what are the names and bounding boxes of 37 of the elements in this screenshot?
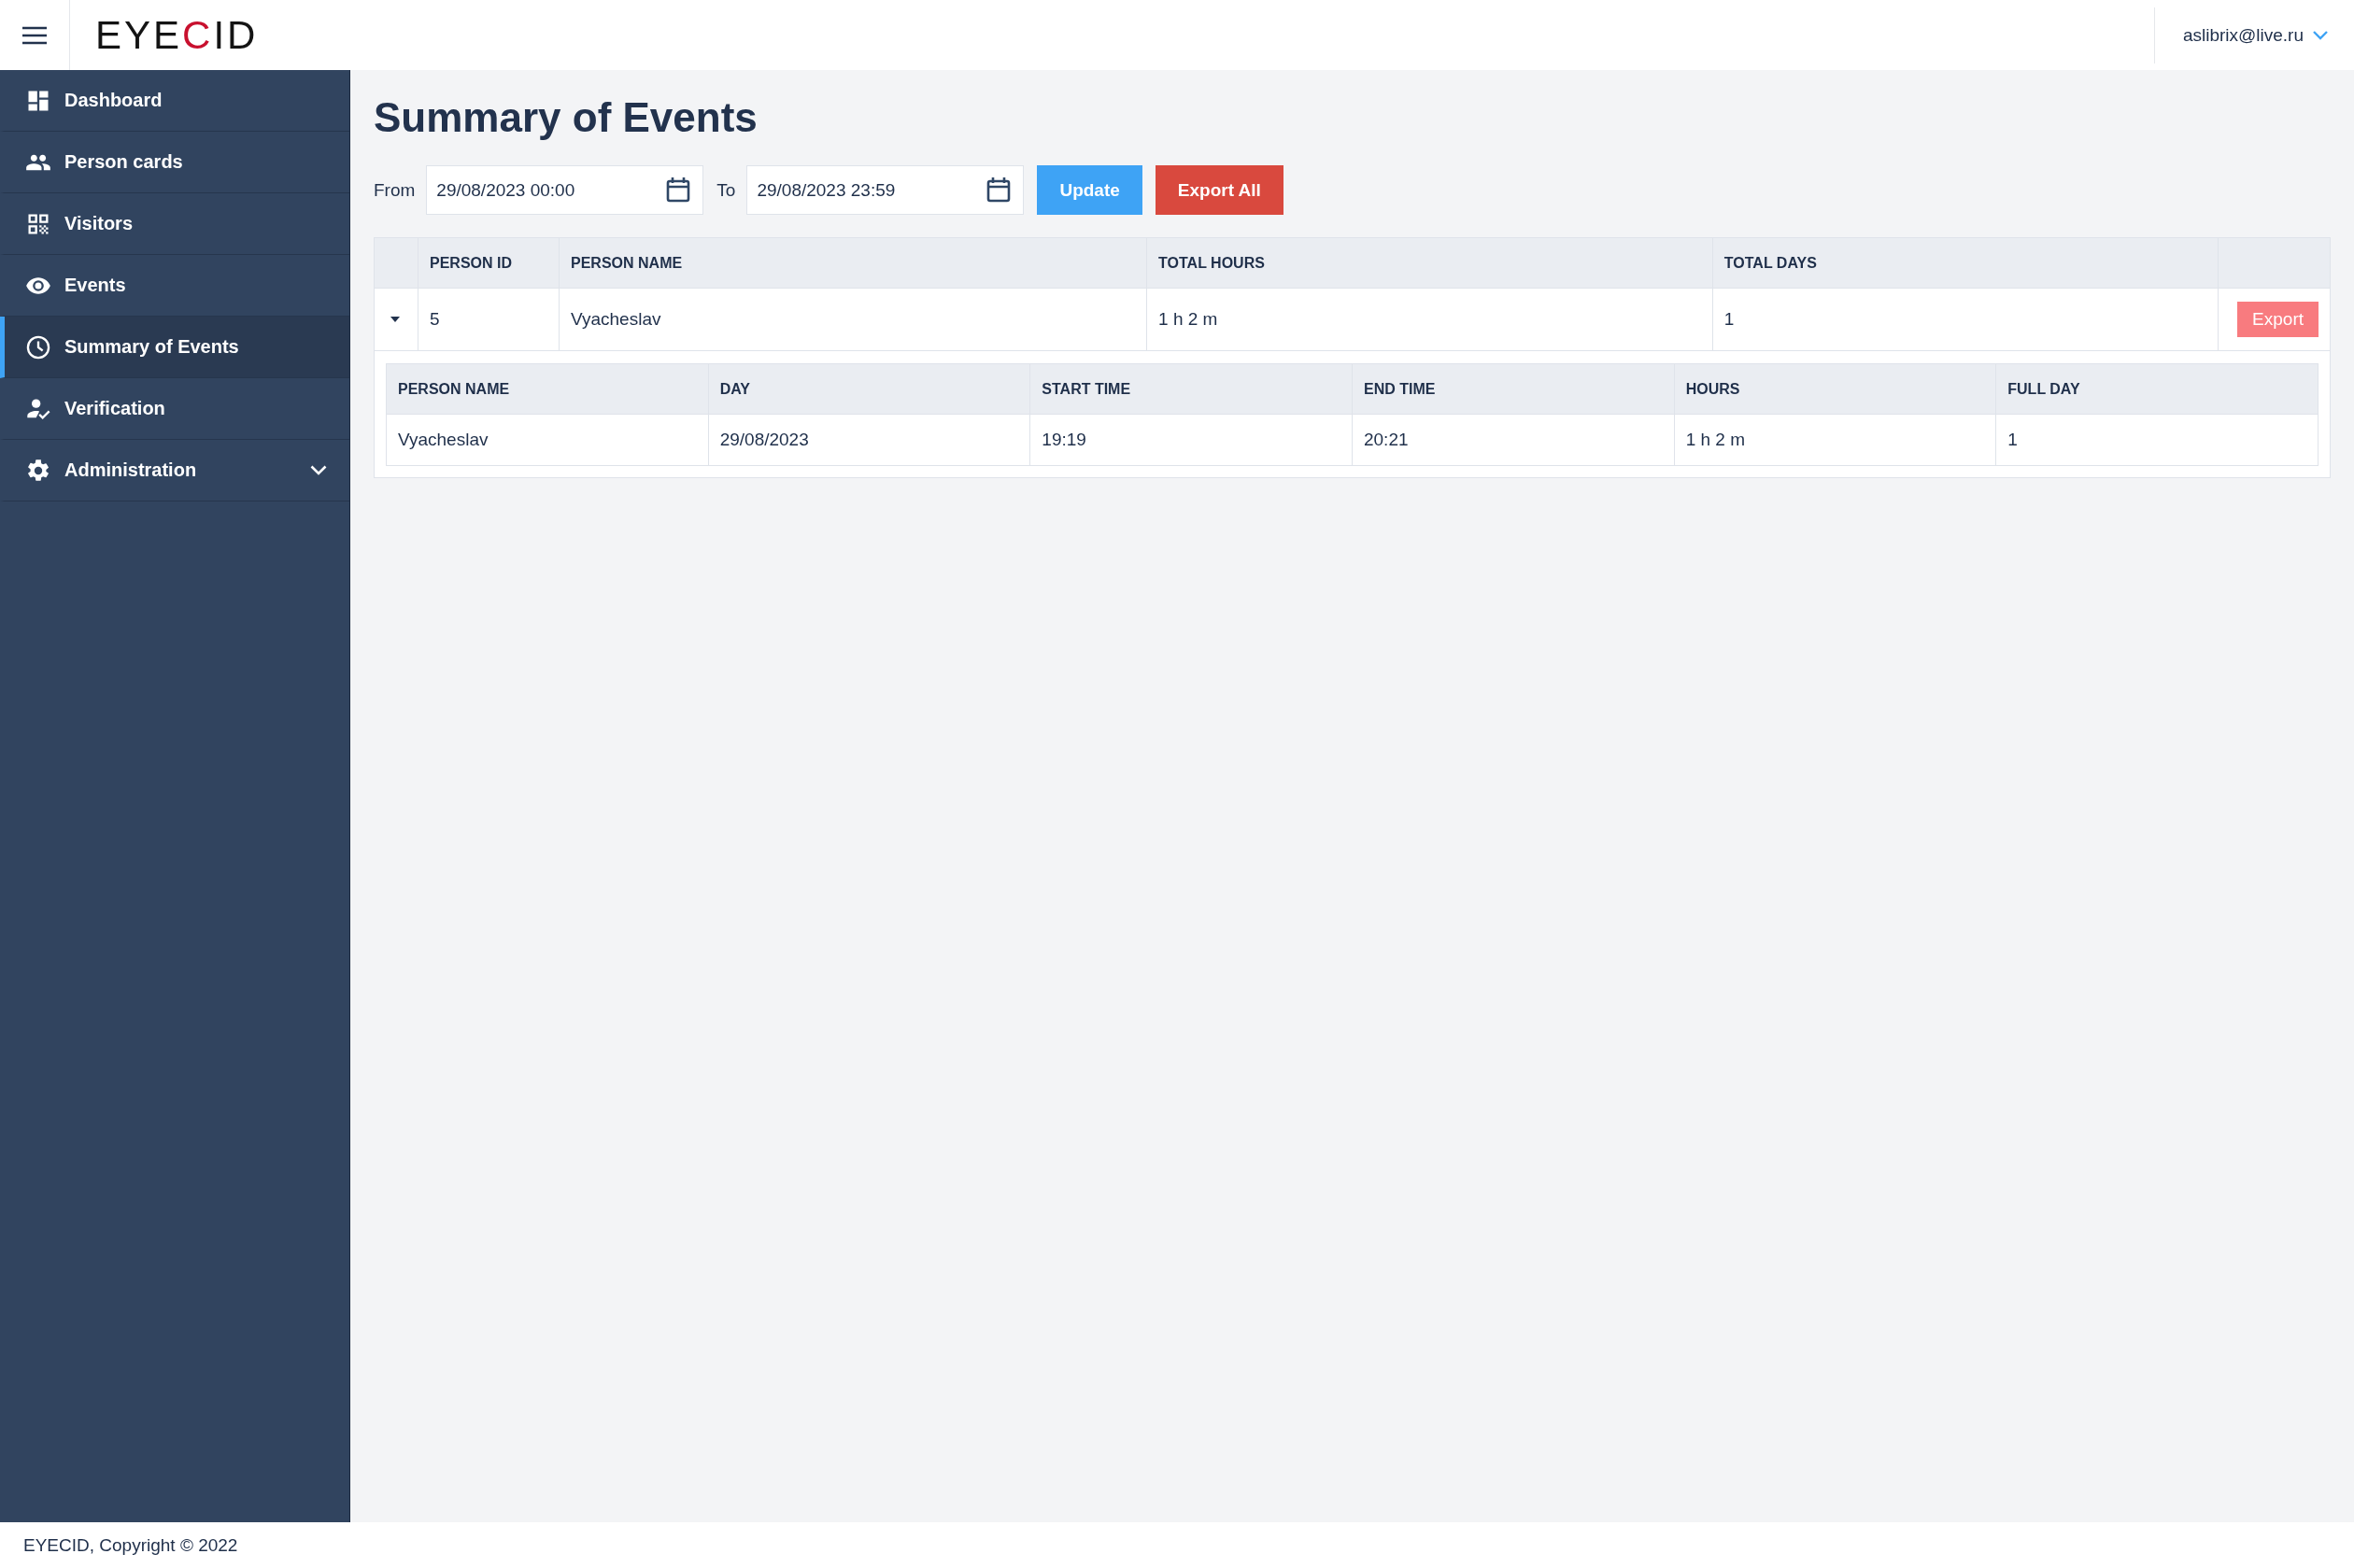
column-header: HOURS — [1674, 363, 1996, 415]
column-header: FULL DAY — [1995, 363, 2319, 415]
calendar-icon — [666, 177, 691, 203]
sidebar-item[interactable]: Summary of Events — [0, 317, 349, 378]
table-cell: 1 — [1995, 414, 2319, 466]
calendar-icon — [986, 177, 1012, 203]
table-cell: 5 — [418, 288, 560, 351]
table-cell: 1 h 2 m — [1674, 414, 1996, 466]
column-header: END TIME — [1352, 363, 1675, 415]
table-cell: 19:19 — [1029, 414, 1353, 466]
date-field[interactable]: 29/08/2023 00:00 — [426, 165, 704, 215]
table-cell: Vyacheslav — [386, 414, 709, 466]
copyright-text: EYECID, Copyright © 2022 — [23, 1534, 238, 1556]
table-cell: 20:21 — [1352, 414, 1675, 466]
column-header: PERSON NAME — [559, 238, 1147, 289]
date-field[interactable]: 29/08/2023 23:59 — [746, 165, 1025, 215]
column-header: PERSON NAME — [386, 363, 709, 415]
chevron-down-icon — [310, 465, 327, 475]
column-header: TOTAL DAYS — [1712, 238, 2219, 289]
from-label: From — [374, 179, 416, 201]
column-header: START TIME — [1029, 363, 1353, 415]
column-header: DAY — [708, 363, 1030, 415]
clock-icon — [25, 333, 51, 360]
page-title: Summary of Events — [374, 94, 759, 141]
logo: EYECID — [95, 12, 259, 58]
gear-icon — [25, 457, 51, 484]
table-cell: 1 h 2 m — [1146, 288, 1713, 351]
table-cell: Vyacheslav — [559, 288, 1147, 351]
to-label: To — [716, 179, 736, 201]
chevron-down-icon — [2313, 30, 2328, 40]
table-cell: 29/08/2023 — [708, 414, 1030, 466]
export-all-button[interactable]: Export All — [1155, 165, 1283, 215]
menu-icon — [21, 24, 48, 46]
user-menu[interactable]: aslibrix@live.ru — [2153, 7, 2354, 64]
column-header: TOTAL HOURS — [1146, 238, 1713, 289]
column-header: PERSON ID — [418, 238, 560, 289]
table-cell: 1 — [1712, 288, 2219, 351]
